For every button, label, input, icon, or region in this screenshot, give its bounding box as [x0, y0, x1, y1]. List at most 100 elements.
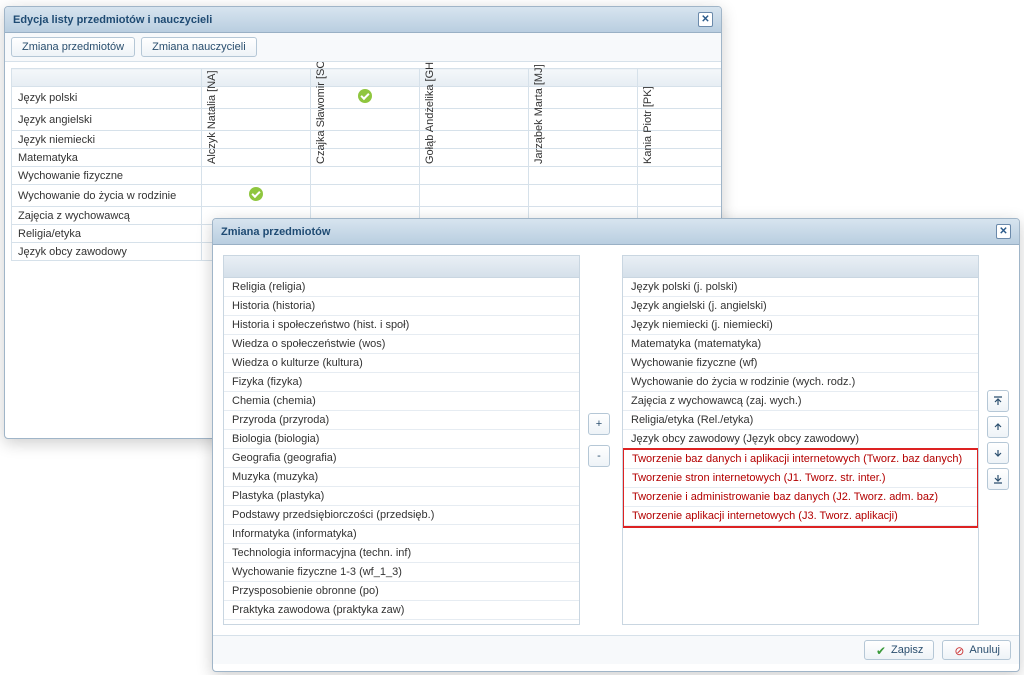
- change-teachers-button[interactable]: Zmiana nauczycieli: [141, 37, 257, 57]
- available-list-panel: Religia (religia)Historia (historia)Hist…: [223, 255, 580, 625]
- move-down-button[interactable]: [987, 442, 1009, 464]
- dialog-footer: Zapisz Anuluj: [213, 635, 1019, 664]
- teacher-name-label: Jarząbek Marta [MJ]: [533, 64, 545, 164]
- teacher-column-header[interactable]: Kania Piotr [PK]: [638, 69, 722, 87]
- list-item[interactable]: Geografia (geografia): [224, 449, 579, 468]
- main-toolbar: Zmiana przedmiotów Zmiana nauczycieli: [5, 33, 721, 62]
- subject-row-header[interactable]: Język niemiecki: [12, 131, 202, 149]
- dialog-titlebar: Zmiana przedmiotów ✕: [213, 219, 1019, 245]
- subject-row: Matematyka: [12, 149, 722, 167]
- subject-row-header[interactable]: Matematyka: [12, 149, 202, 167]
- main-title: Edycja listy przedmiotów i nauczycieli: [13, 14, 212, 26]
- list-item[interactable]: Religia/etyka (Rel./etyka): [623, 411, 978, 430]
- list-item[interactable]: Informatyka (informatyka): [224, 525, 579, 544]
- subject-row-header[interactable]: Język obcy zawodowy: [12, 243, 202, 261]
- move-up-button[interactable]: [987, 416, 1009, 438]
- close-icon[interactable]: ✕: [698, 12, 713, 27]
- remove-button[interactable]: -: [588, 445, 610, 467]
- selected-list[interactable]: Język polski (j. polski)Język angielski …: [623, 278, 978, 624]
- main-titlebar: Edycja listy przedmiotów i nauczycieli ✕: [5, 7, 721, 33]
- subject-row-header[interactable]: Religia/etyka: [12, 225, 202, 243]
- list-item[interactable]: Tworzenie stron internetowych (J1. Tworz…: [624, 469, 977, 488]
- list-item[interactable]: Religia (religia): [224, 278, 579, 297]
- subject-row: Język angielski: [12, 109, 722, 131]
- assignment-cell[interactable]: [202, 167, 311, 185]
- list-item[interactable]: Tworzenie i administrowanie baz danych (…: [624, 488, 977, 507]
- subjects-dialog: Zmiana przedmiotów ✕ Religia (religia)Hi…: [212, 218, 1020, 672]
- list-item[interactable]: Język niemiecki (j. niemiecki): [623, 316, 978, 335]
- move-top-button[interactable]: [987, 390, 1009, 412]
- list-item[interactable]: Historia (historia): [224, 297, 579, 316]
- list-item[interactable]: Zajęcia z wychowawcą (zaj. wych.): [623, 392, 978, 411]
- save-button[interactable]: Zapisz: [864, 640, 934, 660]
- list-item[interactable]: Przyroda (przyroda): [224, 411, 579, 430]
- list-item[interactable]: Wychowanie fizyczne 1-3 (wf_1_3): [224, 563, 579, 582]
- available-list[interactable]: Religia (religia)Historia (historia)Hist…: [224, 278, 579, 624]
- save-button-label: Zapisz: [891, 644, 923, 656]
- list-item[interactable]: Technologia informacyjna (techn. inf): [224, 544, 579, 563]
- teacher-column-header[interactable]: Jarząbek Marta [MJ]: [529, 69, 638, 87]
- subject-row: Wychowanie do życia w rodzinie: [12, 185, 722, 207]
- subject-row-header[interactable]: Wychowanie do życia w rodzinie: [12, 185, 202, 207]
- selected-list-panel: Język polski (j. polski)Język angielski …: [622, 255, 979, 625]
- list-item[interactable]: Przysposobienie obronne (po): [224, 582, 579, 601]
- list-item[interactable]: Tworzenie aplikacji internetowych (J3. T…: [624, 507, 977, 526]
- list-item[interactable]: Praktyka zawodowa (praktyka zaw): [224, 601, 579, 620]
- cancel-button[interactable]: Anuluj: [942, 640, 1011, 660]
- check-icon: [875, 644, 887, 656]
- assignment-cell[interactable]: [420, 185, 529, 207]
- teacher-name-label: Gołąb Andżelika [GH]: [424, 64, 436, 164]
- list-item[interactable]: Tworzenie baz danych i aplikacji interne…: [624, 450, 977, 469]
- check-icon: [358, 89, 372, 103]
- cancel-icon: [953, 644, 965, 656]
- list-item[interactable]: Matematyka (matematyka): [623, 335, 978, 354]
- assignment-cell[interactable]: [529, 185, 638, 207]
- dialog-title: Zmiana przedmiotów: [221, 226, 330, 238]
- assignment-cell[interactable]: [638, 185, 722, 207]
- assignment-cell[interactable]: [420, 167, 529, 185]
- dialog-body: Religia (religia)Historia (historia)Hist…: [213, 245, 1019, 635]
- check-icon: [249, 187, 263, 201]
- assignment-cell[interactable]: [638, 167, 722, 185]
- highlighted-items-group: Tworzenie baz danych i aplikacji interne…: [623, 448, 978, 528]
- list-item[interactable]: Język polski (j. polski): [623, 278, 978, 297]
- list-item[interactable]: Język angielski (j. angielski): [623, 297, 978, 316]
- assignment-cell[interactable]: [311, 167, 420, 185]
- teacher-column-header[interactable]: Alczyk Natalia [NA]: [202, 69, 311, 87]
- list-item[interactable]: Muzyka (muzyka): [224, 468, 579, 487]
- list-item[interactable]: Fizyka (fizyka): [224, 373, 579, 392]
- subject-row: Wychowanie fizyczne: [12, 167, 722, 185]
- subject-row-header[interactable]: Język angielski: [12, 109, 202, 131]
- teacher-name-label: Kania Piotr [PK]: [642, 64, 654, 164]
- selected-list-header: [623, 256, 978, 278]
- assignment-cell[interactable]: [529, 167, 638, 185]
- assignment-cell[interactable]: [202, 185, 311, 207]
- list-item[interactable]: Historia i społeczeństwo (hist. i społ): [224, 316, 579, 335]
- list-item[interactable]: Plastyka (plastyka): [224, 487, 579, 506]
- list-item[interactable]: Wychowanie do życia w rodzinie (wych. ro…: [623, 373, 978, 392]
- list-item[interactable]: Biologia (biologia): [224, 430, 579, 449]
- list-item[interactable]: Chemia (chemia): [224, 392, 579, 411]
- assignment-cell[interactable]: [311, 185, 420, 207]
- subject-row: Język polski: [12, 87, 722, 109]
- list-item[interactable]: Wiedza o kulturze (kultura): [224, 354, 579, 373]
- teacher-name-label: Czajka Sławomir [SC]: [315, 64, 327, 164]
- teacher-name-label: Alczyk Natalia [NA]: [206, 64, 218, 164]
- list-item[interactable]: Język obcy zawodowy (Język obcy zawodowy…: [623, 430, 978, 449]
- subject-row-header[interactable]: Język polski: [12, 87, 202, 109]
- available-list-header: [224, 256, 579, 278]
- teacher-column-header[interactable]: Gołąb Andżelika [GH]: [420, 69, 529, 87]
- order-buttons: [987, 255, 1009, 625]
- close-icon[interactable]: ✕: [996, 224, 1011, 239]
- subject-row: Język niemiecki: [12, 131, 722, 149]
- cancel-button-label: Anuluj: [969, 644, 1000, 656]
- list-item[interactable]: Wychowanie fizyczne (wf): [623, 354, 978, 373]
- subject-row-header[interactable]: Wychowanie fizyczne: [12, 167, 202, 185]
- list-item[interactable]: Wiedza o społeczeństwie (wos): [224, 335, 579, 354]
- add-button[interactable]: +: [588, 413, 610, 435]
- teacher-column-header[interactable]: Czajka Sławomir [SC]: [311, 69, 420, 87]
- move-bottom-button[interactable]: [987, 468, 1009, 490]
- subject-row-header[interactable]: Zajęcia z wychowawcą: [12, 207, 202, 225]
- change-subjects-button[interactable]: Zmiana przedmiotów: [11, 37, 135, 57]
- list-item[interactable]: Podstawy przedsiębiorczości (przedsięb.): [224, 506, 579, 525]
